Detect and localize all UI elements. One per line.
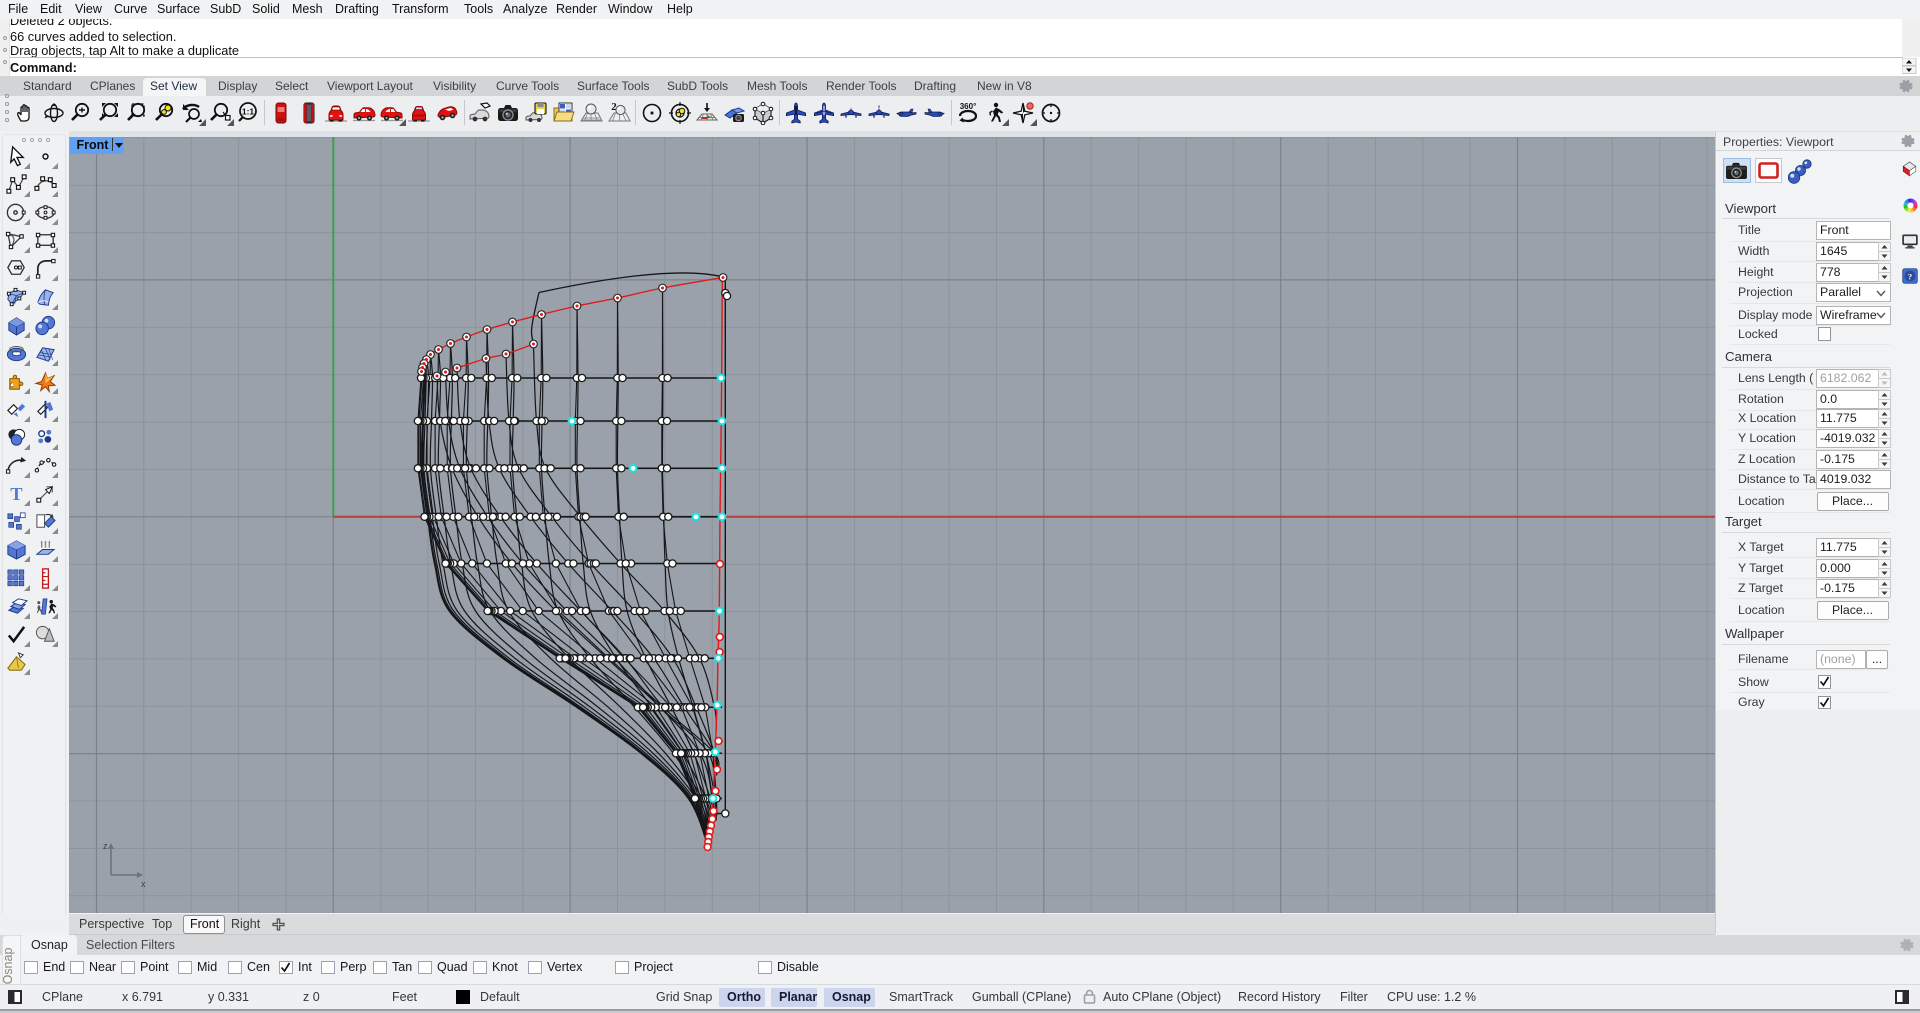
svg-text:?: ? [1908,271,1912,281]
svg-text:360°: 360° [959,102,976,111]
svg-text:z: z [103,841,108,851]
svg-text:1:1: 1:1 [241,107,254,117]
svg-text:T: T [10,484,22,504]
svg-text:x: x [141,879,146,887]
